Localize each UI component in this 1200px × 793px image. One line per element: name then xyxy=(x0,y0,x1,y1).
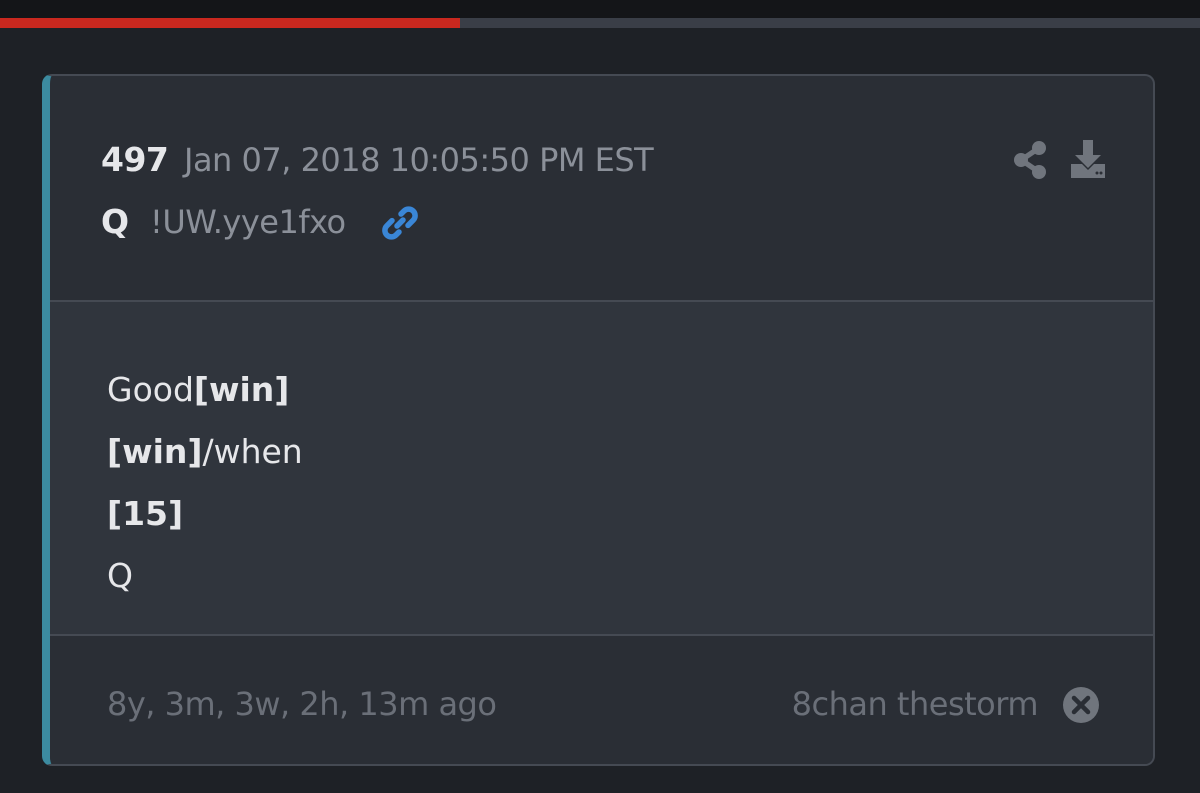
post-age: 8y, 3m, 3w, 2h, 13m ago xyxy=(107,685,497,723)
progress-fill xyxy=(0,18,460,28)
progress-bar xyxy=(0,18,1200,28)
body-text: Good xyxy=(107,370,194,409)
author-tripcode: !UW.yye1fxo xyxy=(150,203,346,241)
post-source: 8chan thestorm xyxy=(791,685,1039,723)
post-header: 497 Jan 07, 2018 10:05:50 PM EST Q !UW.y… xyxy=(50,76,1153,302)
post-line: Good[win] xyxy=(107,368,289,412)
close-icon[interactable] xyxy=(1062,686,1100,724)
post-line: [win]/when xyxy=(107,430,303,474)
share-icon[interactable] xyxy=(1012,140,1048,180)
post-body: Good[win] [win]/when [15] Q xyxy=(50,302,1153,636)
link-icon[interactable] xyxy=(380,203,420,243)
body-bold: [win] xyxy=(193,370,290,409)
post-line: [15] xyxy=(107,492,183,536)
post-card: 497 Jan 07, 2018 10:05:50 PM EST Q !UW.y… xyxy=(42,74,1155,766)
post-date: Jan 07, 2018 10:05:50 PM EST xyxy=(184,141,654,179)
author-name: Q xyxy=(101,202,130,241)
post-footer: 8y, 3m, 3w, 2h, 13m ago 8chan thestorm xyxy=(50,636,1153,764)
body-bold: [win] xyxy=(107,432,203,471)
body-bold: [15] xyxy=(107,494,184,533)
top-bar xyxy=(0,0,1200,18)
body-text: Q xyxy=(107,556,133,595)
download-icon[interactable] xyxy=(1068,138,1108,180)
post-line: Q xyxy=(107,554,133,598)
body-text: /when xyxy=(202,432,303,471)
post-number: 497 xyxy=(101,140,169,179)
